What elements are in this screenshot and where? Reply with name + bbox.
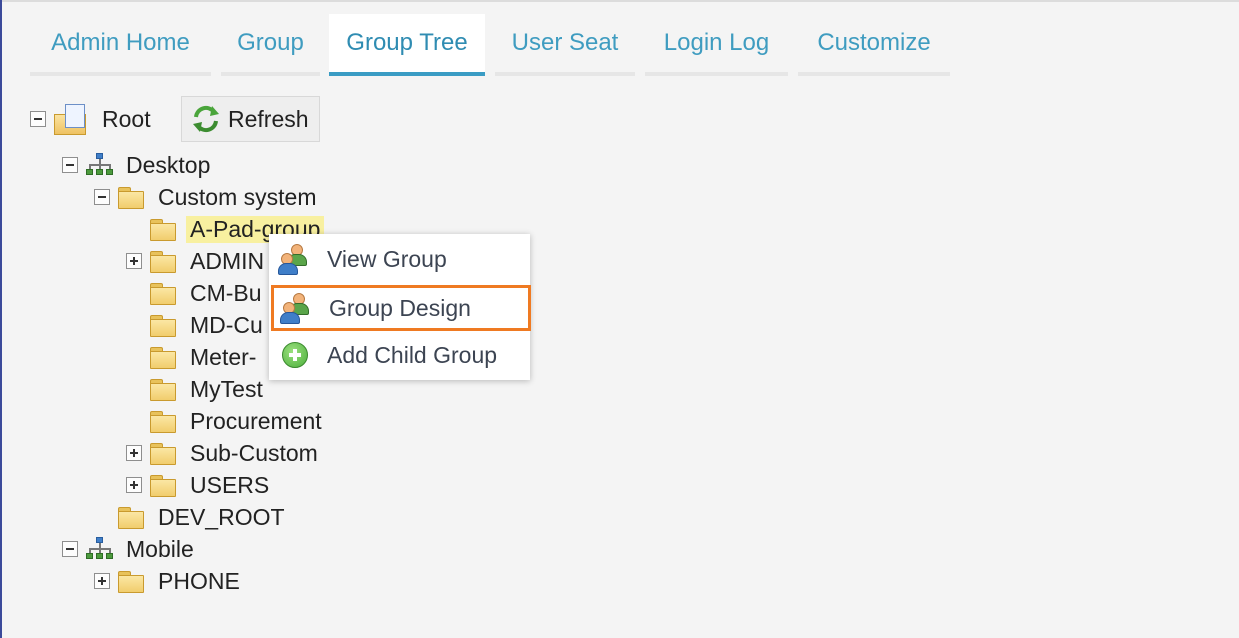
- menu-item-label: Add Child Group: [327, 341, 498, 368]
- tree-node-label: Root: [102, 105, 151, 132]
- refresh-icon: [193, 105, 219, 133]
- tab-group[interactable]: Group: [221, 14, 320, 76]
- tree-node-label: MyTest: [190, 375, 263, 402]
- folder-icon: [118, 570, 144, 593]
- refresh-button[interactable]: Refresh: [181, 96, 320, 142]
- collapse-icon[interactable]: [94, 189, 110, 205]
- add-circle-icon: [278, 338, 312, 372]
- tree-node-label: Procurement: [190, 407, 322, 434]
- tab-customize[interactable]: Customize: [798, 14, 950, 76]
- tree-node-desktop[interactable]: Desktop: [62, 150, 210, 180]
- collapse-icon[interactable]: [62, 157, 78, 173]
- tree-node-label: ADMIN: [190, 247, 265, 274]
- folder-icon: [150, 442, 176, 465]
- folder-icon: [118, 186, 144, 209]
- tab-admin-home[interactable]: Admin Home: [30, 14, 211, 76]
- tree-node-md[interactable]: MD-Cu: [126, 310, 263, 340]
- folder-icon: [150, 314, 176, 337]
- tree-node-phone[interactable]: PHONE: [94, 566, 240, 596]
- tree-node-label: Meter-: [190, 343, 257, 370]
- collapse-icon[interactable]: [30, 111, 46, 127]
- tree-node-mobile[interactable]: Mobile: [62, 534, 194, 564]
- folder-icon: [150, 346, 176, 369]
- folder-icon: [150, 410, 176, 433]
- tree-node-label: PHONE: [158, 567, 240, 594]
- folder-icon: [118, 506, 144, 529]
- tree-node-label: Mobile: [126, 535, 194, 562]
- collapse-icon[interactable]: [62, 541, 78, 557]
- folder-icon: [150, 474, 176, 497]
- folder-icon: [150, 378, 176, 401]
- tree-node-meter[interactable]: Meter-: [126, 342, 256, 372]
- folder-icon: [150, 282, 176, 305]
- tree-node-label: DEV_ROOT: [158, 503, 285, 530]
- menu-item-label: Group Design: [329, 294, 471, 321]
- tree-node-users[interactable]: USERS: [126, 470, 269, 500]
- tab-user-seat[interactable]: User Seat: [495, 14, 635, 76]
- tree-node-root[interactable]: Root: [30, 104, 151, 135]
- expand-icon[interactable]: [126, 477, 142, 493]
- tree-node-label: USERS: [190, 471, 270, 498]
- users-icon: [278, 242, 312, 276]
- folder-icon: [150, 250, 176, 273]
- tree-node-admin[interactable]: ADMIN: [126, 246, 264, 276]
- tab-login-log[interactable]: Login Log: [645, 14, 788, 76]
- folder-icon: [150, 218, 176, 241]
- tree-node-label: MD-Cu: [190, 311, 263, 338]
- tree-node-mytest[interactable]: MyTest: [126, 374, 263, 404]
- network-icon: [86, 537, 114, 561]
- menu-item-label: View Group: [327, 245, 447, 272]
- network-icon: [86, 153, 114, 177]
- tree-node-cm[interactable]: CM-Bu: [126, 278, 262, 308]
- top-border: [0, 0, 1239, 2]
- expand-icon[interactable]: [126, 445, 142, 461]
- tree-node-label: Sub-Custom: [190, 439, 318, 466]
- menu-item-group-design[interactable]: Group Design: [271, 285, 531, 331]
- tree-node-dev-root[interactable]: DEV_ROOT: [94, 502, 285, 532]
- context-menu: View Group Group Design Add Child Group: [269, 234, 531, 380]
- expand-icon[interactable]: [126, 253, 142, 269]
- left-border: [0, 0, 2, 638]
- tree-node-label: CM-Bu: [190, 279, 262, 306]
- tree-node-label: Custom system: [158, 183, 317, 210]
- users-icon: [280, 291, 314, 325]
- tab-group-tree[interactable]: Group Tree: [329, 14, 485, 76]
- expand-icon[interactable]: [94, 573, 110, 589]
- tree-node-procurement[interactable]: Procurement: [126, 406, 322, 436]
- refresh-label: Refresh: [228, 105, 309, 132]
- menu-item-view-group[interactable]: View Group: [269, 236, 530, 282]
- tree-node-sub-custom[interactable]: Sub-Custom: [126, 438, 318, 468]
- root-folder-icon: [54, 104, 88, 135]
- tree-node-custom-system[interactable]: Custom system: [94, 182, 316, 212]
- menu-item-add-child-group[interactable]: Add Child Group: [269, 332, 530, 378]
- tree-node-label: Desktop: [126, 151, 211, 178]
